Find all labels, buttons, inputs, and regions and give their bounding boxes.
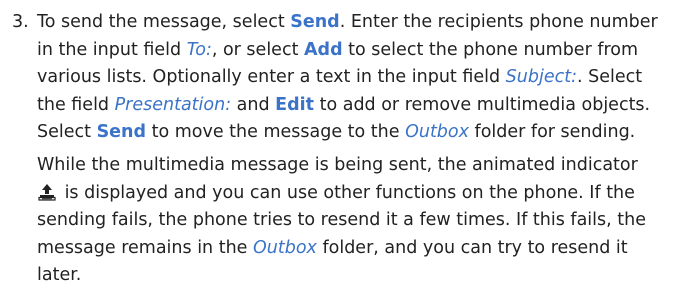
step-content: To send the message, select Send. Enter …	[37, 9, 660, 290]
text-segment: and	[231, 94, 276, 115]
text-segment: folder for sending.	[468, 122, 636, 143]
step-3: 3. To send the message, select Send. Ent…	[12, 9, 660, 290]
outbox-folder-label: Outbox	[253, 237, 317, 258]
presentation-field-label: Presentation:	[114, 94, 232, 115]
step-number: 3.	[12, 12, 29, 32]
text-segment: , or select	[211, 39, 304, 60]
send-command-label: Send	[290, 12, 340, 32]
add-command-label: Add	[304, 39, 343, 60]
send-command-label: Send	[96, 122, 147, 143]
sending-indicator-icon	[37, 182, 57, 202]
to-field-label: To:	[186, 39, 212, 60]
text-segment: While the multimedia message is being se…	[37, 154, 638, 175]
send-instructions-paragraph: To send the message, select Send. Enter …	[37, 9, 660, 147]
text-segment: To send the message, select	[37, 12, 291, 32]
edit-command-label: Edit	[275, 94, 315, 115]
instruction-page: 3. To send the message, select Send. Ent…	[0, 0, 674, 300]
outbox-folder-label: Outbox	[405, 122, 469, 143]
subject-field-label: Subject:	[505, 67, 577, 88]
sending-status-paragraph: While the multimedia message is being se…	[37, 152, 660, 290]
text-segment: to move the message to the	[146, 122, 406, 143]
sending-indicator-icon-graphic	[38, 183, 56, 201]
